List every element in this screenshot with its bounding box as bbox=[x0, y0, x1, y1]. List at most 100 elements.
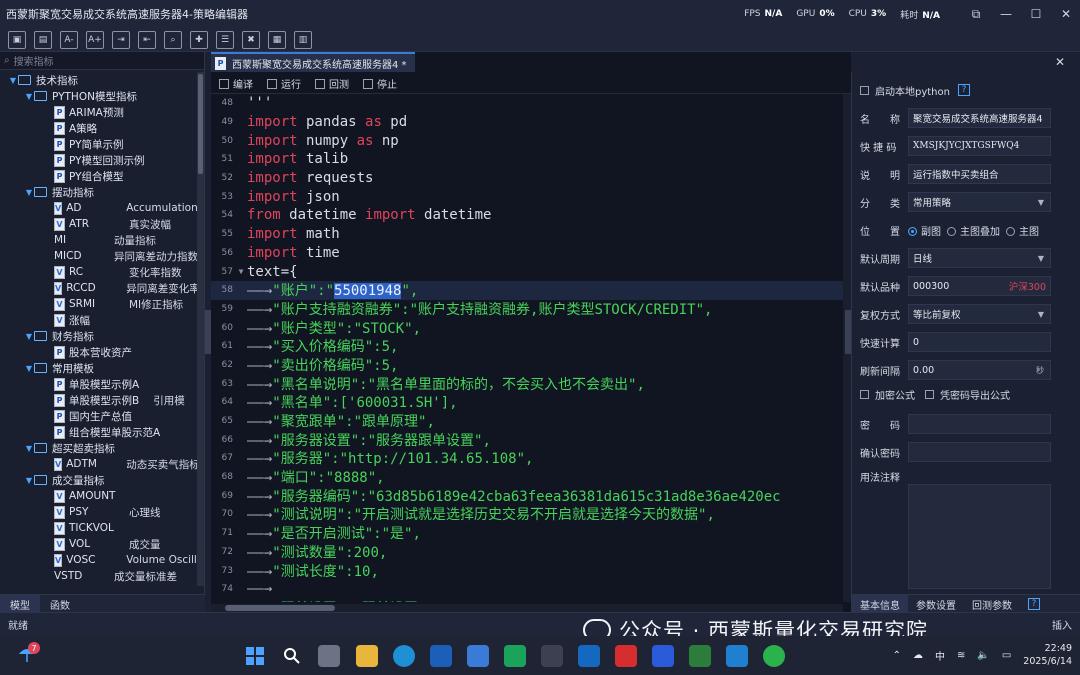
code-line[interactable]: 70 ——→"测试说明":"开启测试就是选择历史交易不开启就是选择今天的数据", bbox=[211, 505, 843, 524]
code-line[interactable]: 49 import pandas as pd bbox=[211, 113, 843, 132]
tree-item[interactable]: P PY模型回测示例 bbox=[0, 152, 198, 168]
search-icon[interactable] bbox=[281, 645, 303, 667]
adjust-select[interactable]: 等比前复权 ▼ bbox=[908, 304, 1051, 324]
code-line[interactable]: 74 ——→ bbox=[211, 580, 843, 599]
code-line[interactable]: 51 import talib bbox=[211, 150, 843, 169]
search-input[interactable]: 搜索指标 bbox=[14, 53, 54, 68]
name-field[interactable]: 聚宽交易成交系统高速服务器4 bbox=[908, 108, 1051, 128]
cloud-icon[interactable]: ☁ bbox=[913, 650, 923, 661]
code-editor[interactable]: 48 ''' 49 import pandas as pd 50 import numpy… bbox=[211, 94, 843, 602]
code-line[interactable]: 75——→"跟单设置":"跟单设置***********", bbox=[211, 599, 843, 602]
report-icon[interactable]: ▦ bbox=[268, 30, 286, 49]
chevron-down-icon[interactable]: ▼ bbox=[24, 364, 34, 373]
chevron-down-icon[interactable]: ▼ bbox=[24, 332, 34, 341]
tree-item[interactable]: V VOSC Volume Oscilla bbox=[0, 552, 198, 568]
refresh-field[interactable]: 0.00 秒 bbox=[908, 360, 1051, 380]
tree-item[interactable]: V ADTM 动态买卖气指标 bbox=[0, 456, 198, 472]
code-line[interactable]: 55 import math bbox=[211, 225, 843, 244]
tab-function[interactable]: 函数 bbox=[40, 595, 80, 613]
code-line[interactable]: 61 ——→"买入价格编码":5, bbox=[211, 337, 843, 356]
ime-indicator[interactable]: 中 bbox=[935, 648, 945, 663]
chat-app-icon[interactable] bbox=[689, 645, 711, 667]
tab-model[interactable]: 模型 bbox=[0, 595, 40, 613]
code-line[interactable]: 69 ——→"服务器编码":"63d85b6189e42cba63feea3638… bbox=[211, 486, 843, 505]
list-icon[interactable]: ☰ bbox=[216, 30, 234, 49]
editor-file-tab[interactable]: P 西蒙斯聚宽交易成交系统高速服务器4 * bbox=[211, 52, 415, 72]
tree-item[interactable]: V VOL 成交量 bbox=[0, 536, 198, 552]
code-line[interactable]: 58 ——→"账户":"55001948", bbox=[211, 280, 843, 300]
help-icon[interactable]: ? bbox=[1028, 598, 1040, 610]
tree-item[interactable]: V AMOUNT bbox=[0, 488, 198, 504]
code-line[interactable]: 54 from datetime import datetime bbox=[211, 206, 843, 225]
speaker-icon[interactable]: 🔈 bbox=[977, 650, 989, 661]
restore-icon[interactable]: ⧉ bbox=[966, 4, 986, 24]
fold-icon[interactable]: ▼ bbox=[235, 267, 247, 276]
code-line[interactable]: 57 ▼ text={ bbox=[211, 262, 843, 281]
shortcut-field[interactable]: XMSJKJYCJXTGSFWQ4 bbox=[908, 136, 1051, 156]
battery-icon[interactable]: ▭ bbox=[1002, 650, 1011, 661]
wechat-icon[interactable] bbox=[763, 645, 785, 667]
code-line[interactable]: 67 ——→"服务器":"http://101.34.65.108", bbox=[211, 449, 843, 468]
code-line[interactable]: 62 ——→"卖出价格编码":5, bbox=[211, 356, 843, 375]
tree-item[interactable]: VSTD 成交量标准差 bbox=[0, 568, 198, 584]
position-overlay[interactable]: 主图叠加 bbox=[947, 223, 1000, 238]
code-line[interactable]: 56 import time bbox=[211, 244, 843, 263]
chevron-down-icon[interactable]: ▼ bbox=[24, 92, 34, 101]
indicator-search[interactable]: ⌕ 搜索指标 bbox=[0, 52, 204, 70]
tab-basic-info[interactable]: 基本信息 bbox=[852, 595, 908, 613]
help-icon[interactable]: ? bbox=[957, 84, 970, 96]
tree-item[interactable]: V RC 变化率指数 bbox=[0, 264, 198, 280]
code-line[interactable]: 64 ——→"黑名单":['600031.SH'], bbox=[211, 393, 843, 412]
code-line[interactable]: 72 ——→"测试数量":200, bbox=[211, 543, 843, 562]
cube-app-icon[interactable] bbox=[541, 645, 563, 667]
position-sub[interactable]: 副图 bbox=[908, 223, 941, 238]
code-line[interactable]: 60 ——→"账户类型":"STOCK", bbox=[211, 318, 843, 337]
chevron-down-icon[interactable]: ▼ bbox=[24, 476, 34, 485]
tab-params[interactable]: 参数设置 bbox=[908, 595, 964, 613]
tree-item[interactable]: P PY组合模型 bbox=[0, 168, 198, 184]
tree-item[interactable]: ▼ 常用模板 bbox=[0, 360, 198, 376]
code-line[interactable]: 63 ——→"黑名单说明":"黑名单里面的标的，不会买入也不会卖出", bbox=[211, 374, 843, 393]
password-confirm-field[interactable] bbox=[908, 442, 1051, 462]
start-icon[interactable] bbox=[244, 645, 266, 667]
tree-item[interactable]: V 涨幅 bbox=[0, 312, 198, 328]
tree-item[interactable]: ▼ 成交量指标 bbox=[0, 472, 198, 488]
clock[interactable]: 22:49 2025/6/14 bbox=[1023, 642, 1072, 668]
code-line[interactable]: 59 ——→"账户支持融资融券":"账户支持融资融券,账户类型STOCK/CRED… bbox=[211, 300, 843, 319]
green-app-icon[interactable] bbox=[504, 645, 526, 667]
code-line[interactable]: 50 import numpy as np bbox=[211, 131, 843, 150]
edge-icon[interactable] bbox=[393, 645, 415, 667]
export-icon[interactable]: ⇥ bbox=[112, 30, 130, 49]
code-line[interactable]: 65 ——→"聚宽跟单":"跟单原理", bbox=[211, 412, 843, 431]
stop-button[interactable]: 停止 bbox=[363, 76, 397, 91]
tab-backtest-params[interactable]: 回测参数 bbox=[964, 595, 1020, 613]
code-line[interactable]: 53 import json bbox=[211, 187, 843, 206]
tree-scrollbar[interactable] bbox=[197, 72, 204, 586]
wifi-icon[interactable]: ≋ bbox=[957, 650, 965, 661]
tree-item[interactable]: P 股本营收资产 bbox=[0, 344, 198, 360]
tree-item[interactable]: V TICKVOL bbox=[0, 520, 198, 536]
tree-item[interactable]: MICD 异同离差动力指数 bbox=[0, 248, 198, 264]
chevron-down-icon[interactable]: ▼ bbox=[24, 188, 34, 197]
compile-button[interactable]: 编译 bbox=[219, 76, 253, 91]
code-line[interactable]: 48 ''' bbox=[211, 94, 843, 113]
run-button[interactable]: 运行 bbox=[267, 76, 301, 91]
save-all-icon[interactable]: ▤ bbox=[34, 30, 52, 49]
mail-icon[interactable] bbox=[578, 645, 600, 667]
tree-item[interactable]: P 单股模型示例B 引用模 bbox=[0, 392, 198, 408]
add-file-icon[interactable]: ✚ bbox=[190, 30, 208, 49]
tree-item[interactable]: V ATR 真实波幅 bbox=[0, 216, 198, 232]
export-checkbox[interactable] bbox=[925, 389, 934, 399]
compile-icon[interactable]: ▥ bbox=[294, 30, 312, 49]
tree-item[interactable]: V RCCD 异同离差变化率 bbox=[0, 280, 198, 296]
editor-hscroll[interactable] bbox=[211, 604, 843, 612]
font-decrease-icon[interactable]: A- bbox=[60, 30, 78, 49]
save-icon[interactable]: ▣ bbox=[8, 30, 26, 49]
maximize-icon[interactable]: ☐ bbox=[1026, 4, 1046, 24]
tree-item[interactable]: P A策略 bbox=[0, 120, 198, 136]
chevron-up-icon[interactable]: ⌃ bbox=[893, 650, 901, 661]
tree-item[interactable]: P 单股模型示例A bbox=[0, 376, 198, 392]
period-select[interactable]: 日线 ▼ bbox=[908, 248, 1051, 268]
tree-item[interactable]: P 组合模型单股示范A bbox=[0, 424, 198, 440]
font-increase-icon[interactable]: A+ bbox=[86, 30, 104, 49]
